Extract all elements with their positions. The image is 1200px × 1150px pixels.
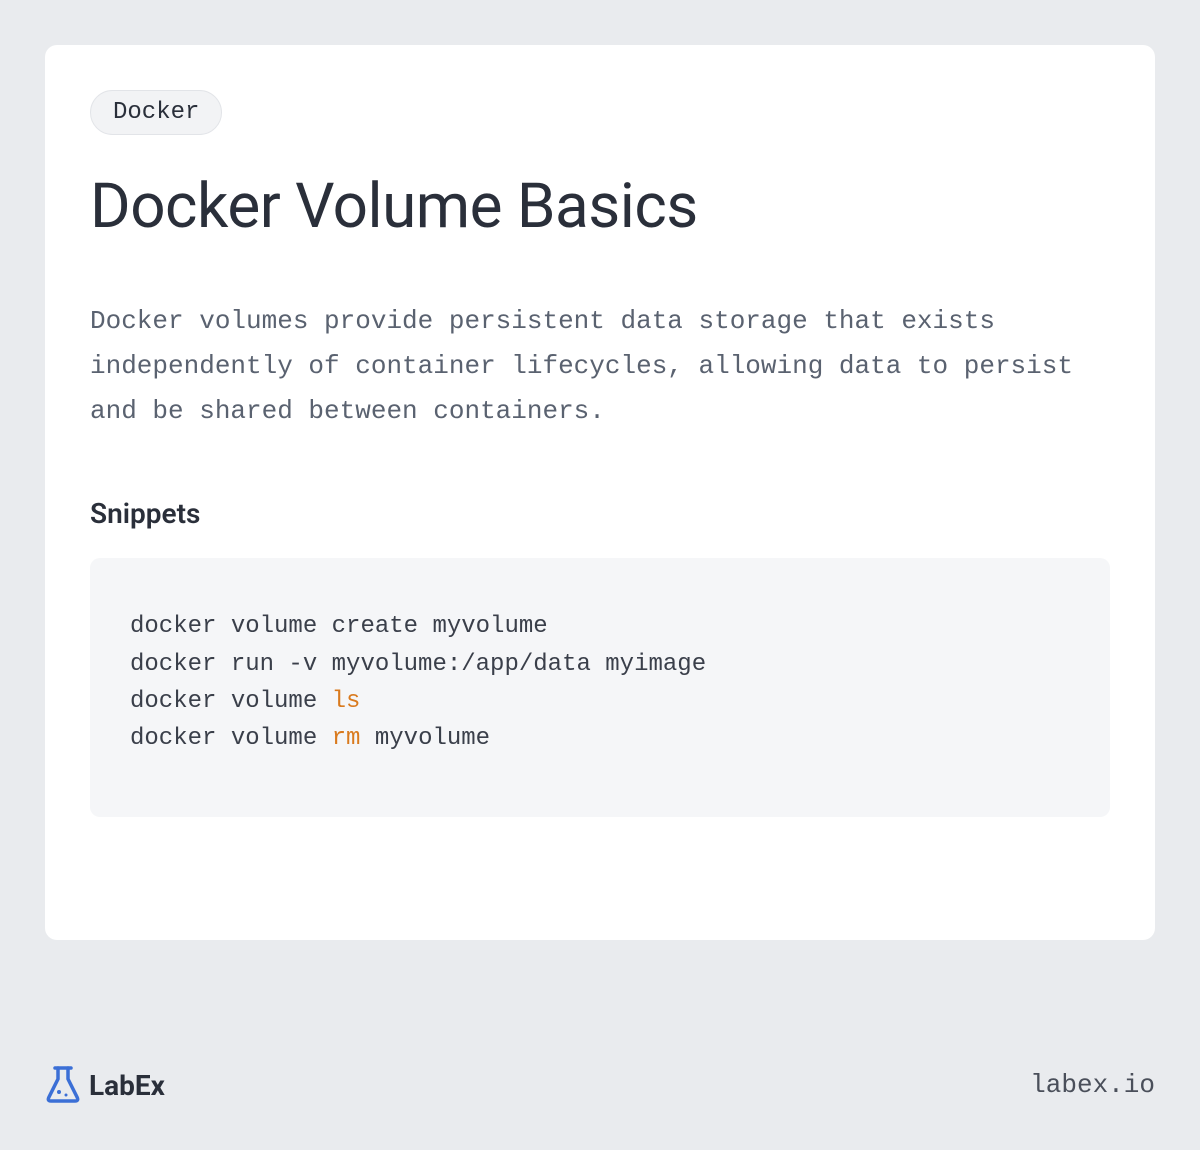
footer: LabEx labex.io [45,1065,1155,1105]
code-keyword: rm [332,725,361,752]
category-tag: Docker [90,90,222,135]
code-line: docker volume [130,688,332,715]
site-url: labex.io [1030,1070,1155,1100]
brand-name: LabEx [89,1069,165,1102]
code-line: docker volume create myvolume [130,613,548,640]
flask-icon [45,1065,81,1105]
code-block: docker volume create myvolume docker run… [90,558,1110,817]
code-line: docker volume [130,725,332,752]
brand: LabEx [45,1065,165,1105]
content-card: Docker Docker Volume Basics Docker volum… [45,45,1155,940]
code-keyword: ls [332,688,361,715]
code-line: docker run -v myvolume:/app/data myimage [130,651,706,678]
snippets-heading: Snippets [90,497,1110,530]
page-title: Docker Volume Basics [90,173,1110,241]
code-line: myvolume [360,725,490,752]
intro-text: Docker volumes provide persistent data s… [90,299,1110,433]
